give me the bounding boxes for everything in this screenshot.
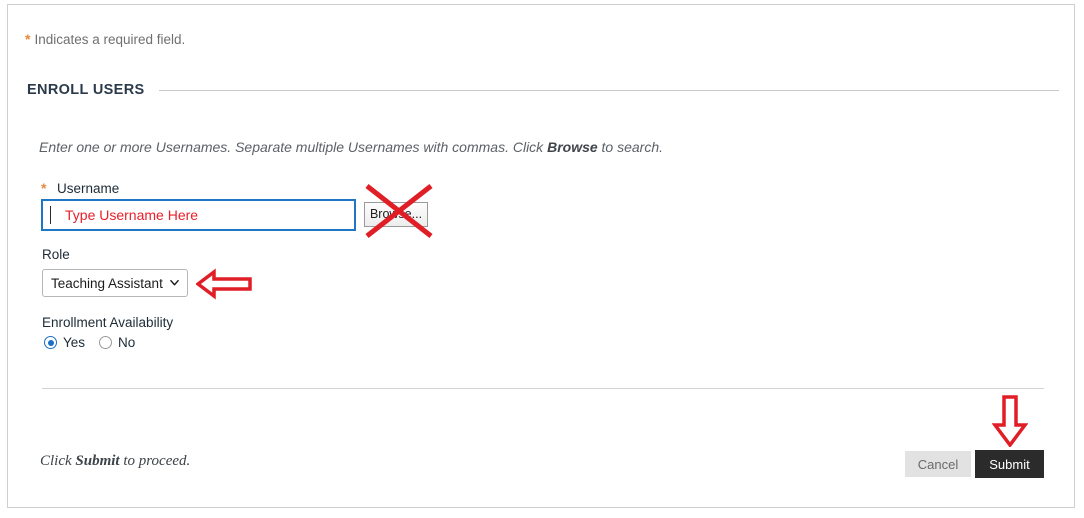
instructions-text-part2: to search. (597, 139, 664, 155)
radio-unselected-icon[interactable] (99, 336, 113, 349)
username-label-row: * Username (41, 180, 119, 196)
radio-selected-icon[interactable] (44, 336, 57, 349)
enrollment-availability-label: Enrollment Availability (42, 315, 174, 330)
enrollment-availability-options: Yes No (44, 335, 149, 350)
enrollment-no-label: No (118, 335, 136, 350)
role-select-wrapper[interactable]: Teaching Assistant (42, 269, 188, 297)
required-asterisk-icon: * (25, 31, 31, 47)
form-instructions: Enter one or more Usernames. Separate mu… (39, 139, 663, 155)
username-required-asterisk-icon: * (41, 180, 47, 196)
submit-button[interactable]: Submit (975, 450, 1044, 478)
submit-note-part2: to proceed. (119, 453, 191, 469)
instructions-browse-emphasis: Browse (547, 139, 598, 155)
role-label: Role (42, 247, 70, 262)
submit-note-part1: Click (40, 453, 76, 469)
section-heading: ENROLL USERS (27, 79, 1059, 101)
red-left-arrow-annotation-icon (196, 268, 252, 300)
cancel-button[interactable]: Cancel (905, 451, 971, 477)
instructions-text-part1: Enter one or more Usernames. Separate mu… (39, 139, 548, 155)
enroll-users-panel: * Indicates a required field. ENROLL USER… (7, 4, 1075, 508)
text-cursor-icon (50, 206, 51, 224)
role-select[interactable]: Teaching Assistant (42, 269, 188, 297)
submit-note-emphasis: Submit (75, 453, 120, 469)
enrollment-radio-no[interactable]: No (99, 335, 135, 350)
submit-instruction-note: Click Submit to proceed. (40, 453, 190, 470)
enrollment-radio-yes[interactable]: Yes (44, 335, 85, 350)
red-down-arrow-annotation-icon (992, 395, 1028, 447)
required-note-text: Indicates a required field. (34, 32, 186, 47)
footer-divider (42, 388, 1044, 389)
browse-button[interactable]: Browse... (364, 202, 428, 227)
username-input[interactable] (65, 207, 315, 223)
heading-divider (158, 89, 1059, 91)
enrollment-yes-label: Yes (63, 335, 86, 350)
username-label: Username (57, 181, 120, 196)
username-input-wrapper[interactable] (41, 199, 356, 231)
page-title: ENROLL USERS (27, 82, 145, 98)
required-field-note: * Indicates a required field. (25, 31, 185, 47)
